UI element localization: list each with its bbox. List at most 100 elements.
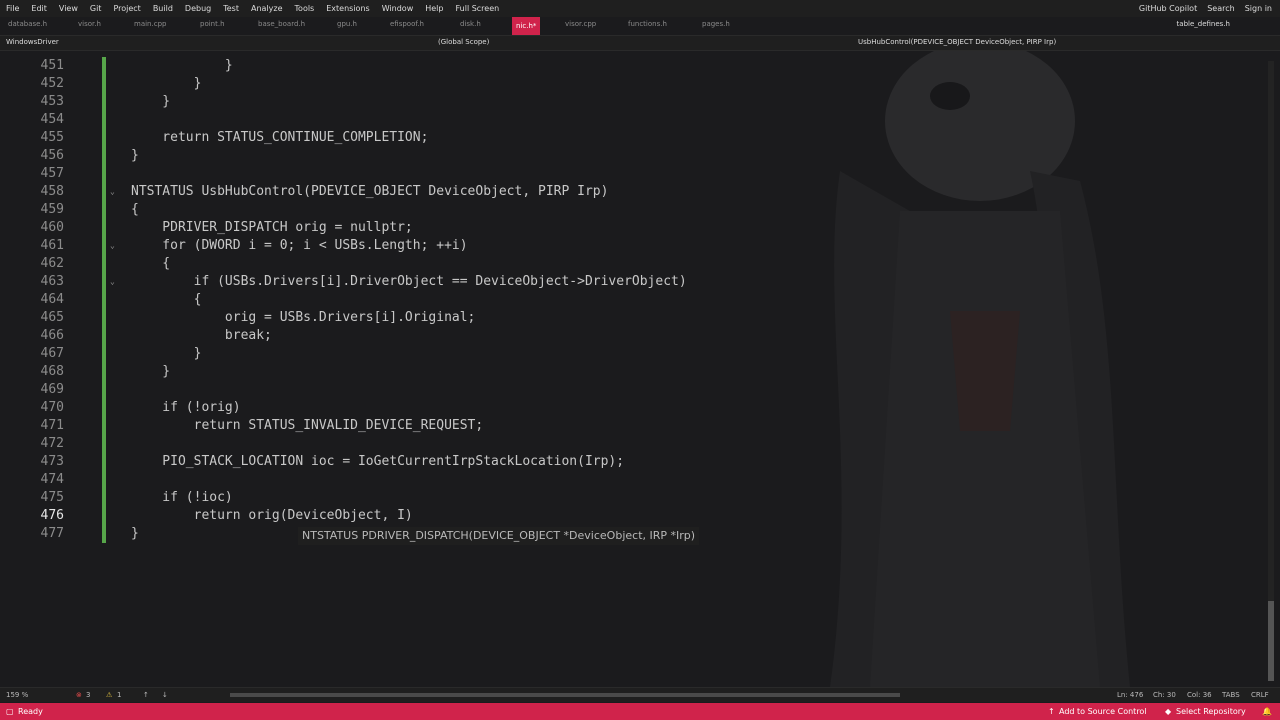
search-button[interactable]: Search <box>1207 4 1234 13</box>
line-number: 454 <box>40 112 64 127</box>
code-line[interactable]: 474 <box>0 471 1260 489</box>
tab-visor-h[interactable]: visor.h <box>78 20 101 28</box>
tab-disk-h[interactable]: disk.h <box>460 20 481 28</box>
change-indicator <box>102 237 106 255</box>
code-line[interactable]: 475 if (!ioc) <box>0 489 1260 507</box>
code-line[interactable]: 456} <box>0 147 1260 165</box>
tab-main-cpp[interactable]: main.cpp <box>134 20 166 28</box>
code-line[interactable]: 459 { <box>0 201 1260 219</box>
tab-pages-h[interactable]: pages.h <box>702 20 730 28</box>
code-line[interactable]: 464 { <box>0 291 1260 309</box>
horizontal-scrollbar[interactable] <box>230 693 900 697</box>
code-line[interactable]: 460 PDRIVER_DISPATCH orig = nullptr; <box>0 219 1260 237</box>
tab-efispoof-h[interactable]: efispoof.h <box>390 20 424 28</box>
menu-item[interactable]: Window <box>376 4 420 13</box>
code-line[interactable]: 470 if (!orig) <box>0 399 1260 417</box>
code-text: break; <box>131 328 272 343</box>
nav-up-icon[interactable]: ↑ <box>143 691 149 699</box>
code-line[interactable]: 463 ⌄ if (USBs.Drivers[i].DriverObject ==… <box>0 273 1260 291</box>
menu-item[interactable]: Debug <box>179 4 217 13</box>
menu-item[interactable]: Analyze <box>245 4 289 13</box>
code-line[interactable]: 452 } <box>0 75 1260 93</box>
change-indicator <box>102 399 106 417</box>
tab-base-board-h[interactable]: base_board.h <box>258 20 305 28</box>
code-text: return STATUS_INVALID_DEVICE_REQUEST; <box>131 418 484 433</box>
change-indicator <box>102 417 106 435</box>
menu-item[interactable]: Git <box>84 4 108 13</box>
tab-functions-h[interactable]: functions.h <box>628 20 667 28</box>
change-indicator <box>102 111 106 129</box>
line-number: 474 <box>40 472 64 487</box>
code-text: } <box>131 346 202 361</box>
change-indicator <box>102 93 106 111</box>
menu-item[interactable]: Test <box>217 4 245 13</box>
copilot-button[interactable]: GitHub Copilot <box>1139 4 1197 13</box>
code-line[interactable]: 455 return STATUS_CONTINUE_COMPLETION; <box>0 129 1260 147</box>
menu-item[interactable]: Full Screen <box>449 4 505 13</box>
code-line[interactable]: 458 ⌄ NTSTATUS UsbHubControl(PDEVICE_OBJEC… <box>0 183 1260 201</box>
fold-icon[interactable]: ⌄ <box>110 278 118 286</box>
menu-item[interactable]: Project <box>107 4 146 13</box>
member-dropdown[interactable]: UsbHubControl(PDEVICE_OBJECT DeviceObjec… <box>858 38 1056 46</box>
code-text: { <box>131 202 139 217</box>
code-line[interactable]: 457 <box>0 165 1260 183</box>
line-number: 459 <box>40 202 64 217</box>
code-line[interactable]: 473 PIO_STACK_LOCATION ioc = IoGetCurren… <box>0 453 1260 471</box>
line-number: 463 <box>40 274 64 289</box>
tabs-indicator[interactable]: TABS <box>1222 691 1240 699</box>
change-indicator <box>102 309 106 327</box>
tab-visor-cpp[interactable]: visor.cpp <box>565 20 596 28</box>
tab-database-h[interactable]: database.h <box>8 20 47 28</box>
code-line[interactable]: 471 return STATUS_INVALID_DEVICE_REQUEST… <box>0 417 1260 435</box>
error-count: 3 <box>86 691 91 699</box>
code-editor[interactable]: 451 } 452 } 453 } 454 455 return STATUS_CONT… <box>0 51 1280 687</box>
code-text: for (DWORD i = 0; i < USBs.Length; ++i) <box>131 238 468 253</box>
code-line[interactable]: 461 ⌄ for (DWORD i = 0; i < USBs.Length; … <box>0 237 1260 255</box>
error-icon[interactable]: ⊗ <box>76 691 82 699</box>
tab-point-h[interactable]: point.h <box>200 20 225 28</box>
menu-item[interactable]: Edit <box>25 4 53 13</box>
menu-item[interactable]: File <box>0 4 25 13</box>
change-indicator <box>102 471 106 489</box>
tab-table-defines[interactable]: table_defines.h <box>1177 20 1230 28</box>
line-number: 461 <box>40 238 64 253</box>
code-line[interactable]: 476 return orig(DeviceObject, I) <box>0 507 1260 525</box>
fold-icon[interactable]: ⌄ <box>110 242 118 250</box>
menu-item[interactable]: View <box>53 4 84 13</box>
eol-indicator[interactable]: CRLF <box>1251 691 1269 699</box>
signature-tooltip: NTSTATUS PDRIVER_DISPATCH(DEVICE_OBJECT … <box>298 527 700 545</box>
code-line[interactable]: 462 { <box>0 255 1260 273</box>
code-line[interactable]: 468 } <box>0 363 1260 381</box>
code-text: PDRIVER_DISPATCH orig = nullptr; <box>131 220 413 235</box>
menu-item[interactable]: Build <box>147 4 179 13</box>
code-line[interactable]: 466 break; <box>0 327 1260 345</box>
vertical-scrollbar[interactable] <box>1268 61 1274 681</box>
code-line[interactable]: 469 <box>0 381 1260 399</box>
warning-icon[interactable]: ⚠ <box>106 691 112 699</box>
code-line[interactable]: 454 <box>0 111 1260 129</box>
nav-down-icon[interactable]: ↓ <box>162 691 168 699</box>
tab-nic-h-[interactable]: nic.h* <box>512 17 541 35</box>
add-source-control-button[interactable]: Add to Source Control <box>1059 707 1147 716</box>
notifications-icon[interactable]: 🔔 <box>1262 707 1272 716</box>
select-repository-button[interactable]: Select Repository <box>1176 707 1246 716</box>
tab-gpu-h[interactable]: gpu.h <box>337 20 357 28</box>
menu-item[interactable]: Tools <box>289 4 321 13</box>
scrollbar-thumb[interactable] <box>1268 601 1274 681</box>
fold-icon[interactable]: ⌄ <box>110 188 118 196</box>
change-indicator <box>102 255 106 273</box>
sign-in-button[interactable]: Sign in <box>1245 4 1272 13</box>
scope-dropdown[interactable]: (Global Scope) <box>438 38 489 46</box>
zoom-level[interactable]: 159 % <box>6 691 28 699</box>
code-line[interactable]: 465 orig = USBs.Drivers[i].Original; <box>0 309 1260 327</box>
code-line[interactable]: 467 } <box>0 345 1260 363</box>
code-text: } <box>131 94 171 109</box>
code-line[interactable]: 472 <box>0 435 1260 453</box>
code-line[interactable]: 451 } <box>0 57 1260 75</box>
project-dropdown[interactable]: WindowsDriver <box>6 38 426 48</box>
menu-item[interactable]: Help <box>419 4 449 13</box>
code-line[interactable]: 453 } <box>0 93 1260 111</box>
code-text: } <box>131 526 139 541</box>
change-indicator <box>102 453 106 471</box>
menu-item[interactable]: Extensions <box>320 4 375 13</box>
